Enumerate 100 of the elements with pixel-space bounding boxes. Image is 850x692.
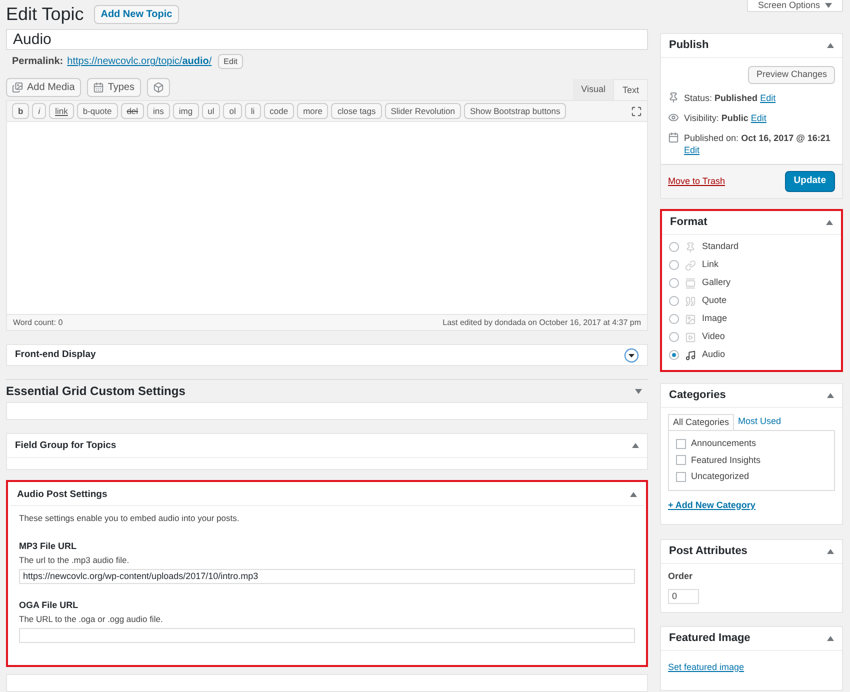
quicktag-button[interactable]: b	[12, 103, 30, 120]
quicktag-button[interactable]: del	[120, 103, 144, 120]
eye-icon	[668, 112, 679, 123]
quicktag-button[interactable]: close tags	[331, 103, 382, 120]
pin-icon	[685, 242, 696, 252]
radio-button[interactable]	[669, 332, 679, 342]
panel-title: Front-end Display	[15, 348, 96, 362]
quicktag-button[interactable]: Slider Revolution	[384, 103, 462, 120]
url-field[interactable]: https://newcovlc.org/wp-content/uploads/2017/10/intro.mp3	[19, 568, 635, 584]
edit-button[interactable]: Edit	[218, 54, 244, 70]
collapse-arrow-icon[interactable]	[630, 492, 637, 498]
update-button[interactable]: Update	[784, 171, 835, 192]
pin-icon	[668, 92, 679, 103]
section-heading: Essential Grid Custom Settings	[6, 383, 186, 400]
quicktag-button[interactable]: Show Bootstrap buttons	[464, 103, 566, 120]
radio-button[interactable]	[669, 296, 679, 306]
panel-title: Featured Image	[669, 630, 750, 646]
collapse-arrow-icon[interactable]	[827, 393, 834, 398]
format-label: Video	[702, 330, 725, 344]
field-hint: The url to the .mp3 audio file.	[19, 554, 130, 566]
checkbox[interactable]	[676, 438, 686, 449]
calendar-icon	[668, 132, 679, 143]
page-title: Edit Topic	[6, 2, 84, 26]
quicktag-button[interactable]: link	[49, 103, 74, 120]
category-label: Featured Insights	[691, 454, 761, 467]
quicktag-button[interactable]: li	[244, 103, 261, 120]
add-new-button[interactable]: Add New Topic	[94, 4, 180, 24]
edit-link[interactable]: Edit	[760, 93, 776, 103]
images-icon	[12, 82, 23, 94]
collapse-arrow-icon[interactable]	[827, 43, 834, 48]
category-tab[interactable]: Most Used	[734, 414, 786, 430]
quicktag-button[interactable]: i	[32, 103, 46, 120]
format-label: Quote	[702, 294, 727, 308]
fullscreen-icon[interactable]	[631, 106, 642, 117]
quicktag-button[interactable]: ol	[223, 103, 242, 120]
permalink-link[interactable]: https://newcovlc.org/topic/audio/	[67, 54, 212, 70]
url-field[interactable]	[19, 628, 635, 643]
radio-button[interactable]	[669, 260, 679, 270]
collapse-arrow-icon[interactable]	[632, 443, 639, 448]
media-button[interactable]: Types	[86, 78, 140, 98]
panel-title: Field Group for Topics	[15, 438, 116, 453]
checkbox[interactable]	[676, 455, 686, 466]
field-hint: The URL to the .oga or .ogg audio file.	[19, 614, 164, 625]
publish-info: Status: Published Edit	[684, 92, 777, 104]
order-field[interactable]: 0	[668, 588, 699, 604]
add-category-link[interactable]: + Add New Category	[668, 498, 835, 512]
publish-info: Visibility: Public Edit	[684, 112, 768, 124]
radio-button[interactable]	[669, 314, 679, 324]
quicktag-button[interactable]: more	[297, 103, 328, 120]
title-field[interactable]: Audio	[6, 28, 648, 50]
last-edited-text: Last edited by dondada on October 16, 2017 at 4:37 pm	[442, 316, 641, 329]
edit-link[interactable]: Edit	[750, 113, 766, 123]
calendar-icon	[92, 82, 104, 94]
panel-title: Post Attributes	[669, 544, 748, 560]
panel-title: Publish	[669, 38, 709, 54]
edit-link[interactable]: Edit	[684, 145, 700, 155]
quicktag-button[interactable]: code	[264, 103, 294, 120]
radio-button[interactable]	[669, 350, 679, 360]
category-label: Uncategorized	[691, 470, 750, 483]
expand-arrow-icon[interactable]	[635, 388, 642, 394]
field-label: OGA File URL	[19, 600, 80, 611]
category-label: Announcements	[691, 437, 756, 450]
video-icon	[685, 332, 696, 342]
radio-button[interactable]	[669, 278, 679, 288]
quicktag-button[interactable]: img	[172, 103, 199, 120]
cube-icon	[152, 82, 164, 94]
radio-button[interactable]	[669, 242, 679, 252]
format-label: Link	[702, 258, 719, 272]
permalink-label: Permalink:	[12, 55, 64, 70]
preview-changes-button[interactable]: Preview Changes	[748, 66, 835, 84]
category-tab[interactable]: All Categories	[668, 414, 734, 430]
quicktag-button[interactable]: b-quote	[76, 103, 118, 120]
collapse-arrow-icon[interactable]	[827, 549, 834, 554]
editor-tab[interactable]: Text	[613, 79, 648, 100]
panel-title: Audio Post Settings	[17, 488, 108, 502]
format-label: Gallery	[702, 276, 731, 290]
move-to-trash-link[interactable]: Move to Trash	[668, 174, 726, 188]
word-count: Word count: 0	[13, 316, 63, 329]
link-icon	[685, 260, 696, 270]
quicktag-button[interactable]: ins	[147, 103, 170, 120]
quote-icon	[685, 296, 696, 306]
format-label: Image	[702, 312, 728, 326]
quicktag-button[interactable]: ul	[202, 103, 220, 120]
order-label: Order	[668, 570, 694, 583]
expand-circle-icon[interactable]	[624, 348, 639, 363]
expand-arrow-icon[interactable]	[825, 3, 832, 8]
panel-title: Format	[670, 215, 708, 230]
panel-description: These settings enable you to embed audio into your posts.	[19, 512, 240, 525]
media-button[interactable]: Add Media	[6, 78, 81, 98]
collapse-arrow-icon[interactable]	[827, 636, 834, 640]
gallery-icon	[685, 278, 696, 288]
block-button[interactable]	[146, 78, 170, 98]
checkbox[interactable]	[676, 472, 686, 482]
format-label: Standard	[702, 240, 739, 254]
music-note-icon	[685, 350, 696, 360]
set-featured-image-link[interactable]: Set featured image	[668, 662, 744, 672]
editor-tab[interactable]: Visual	[573, 79, 614, 100]
collapse-arrow-icon[interactable]	[826, 220, 833, 225]
screen-options-button[interactable]: Screen Options	[746, 0, 843, 12]
format-label: Audio	[702, 348, 726, 362]
